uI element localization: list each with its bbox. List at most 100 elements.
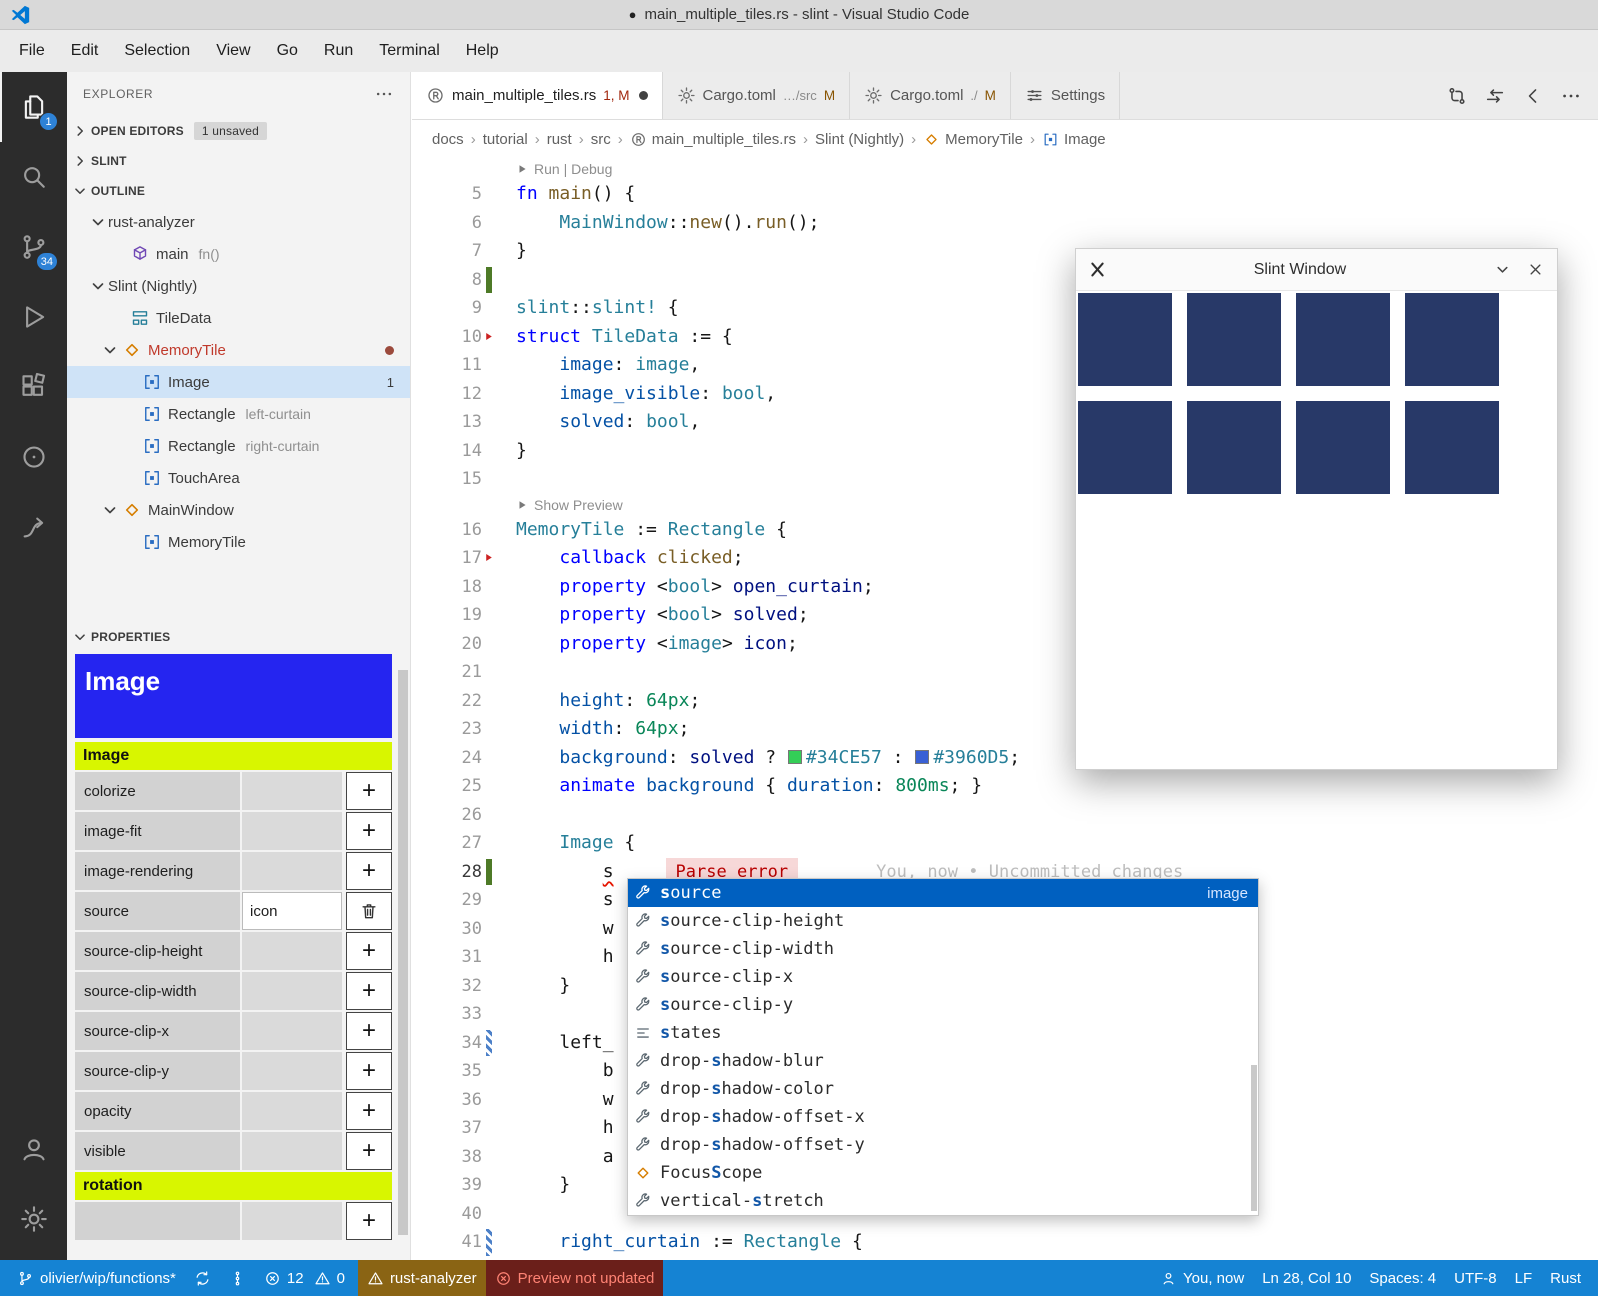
menu-file[interactable]: File [6,36,58,66]
status-encoding[interactable]: UTF-8 [1445,1260,1506,1296]
memory-tile[interactable] [1296,293,1390,386]
activity-run-and-debug[interactable] [0,282,67,352]
status-branch[interactable]: olivier/wip/functions* [8,1260,185,1296]
memory-tile[interactable] [1296,401,1390,494]
line-number[interactable]: 34 [412,1029,482,1058]
line-number[interactable]: 26 [412,801,482,830]
menu-help[interactable]: Help [453,36,512,66]
outline-item-rectangle-left-curtain[interactable]: Rectangleleft-curtain [67,398,410,430]
section-slint[interactable]: SLINT [67,146,410,176]
code-line[interactable]: 41 right_curtain := Rectangle { [412,1228,1598,1257]
more-actions-icon[interactable] [1560,85,1582,107]
section-open-editors[interactable]: OPEN EDITORS1 unsaved [67,116,410,146]
add-property-button[interactable]: + [346,1052,392,1090]
activity-search[interactable] [0,142,67,212]
property-value[interactable] [242,1132,342,1170]
status-blame[interactable]: You, now [1151,1260,1253,1296]
property-value[interactable] [242,772,342,810]
activity-manage[interactable] [0,1184,67,1254]
suggest-item-source-clip-y[interactable]: source-clip-y [628,991,1258,1019]
activity-remote-explorer[interactable] [0,492,67,562]
activity-explorer[interactable]: 1 [0,72,67,142]
suggest-item-source-clip-width[interactable]: source-clip-width [628,935,1258,963]
line-number[interactable]: 20 [412,630,482,659]
add-property-button[interactable]: + [346,812,392,850]
menu-terminal[interactable]: Terminal [366,36,452,66]
tab-cargo-toml[interactable]: Cargo.toml./M [850,72,1011,119]
line-number[interactable]: 19 [412,601,482,630]
line-number[interactable]: 28 [412,858,482,887]
outline-item-memorytile[interactable]: MemoryTile [67,526,410,558]
line-number[interactable]: 30 [412,915,482,944]
line-number[interactable]: 21 [412,658,482,687]
property-value[interactable]: icon [242,892,342,930]
line-number[interactable]: 18 [412,573,482,602]
activity-accounts[interactable] [0,1114,67,1184]
code-line[interactable]: 27 Image { [412,829,1598,858]
line-number[interactable]: 32 [412,972,482,1001]
status-preview-status[interactable]: Preview not updated [486,1260,664,1296]
menu-selection[interactable]: Selection [111,36,203,66]
suggest-item-source-clip-height[interactable]: source-clip-height [628,907,1258,935]
code-line[interactable]: 6 MainWindow::new().run(); [412,209,1598,238]
line-number[interactable]: 41 [412,1228,482,1257]
outline-item-slint-nightly[interactable]: Slint (Nightly) [67,270,410,302]
code-line[interactable]: 5fn main() { [412,180,1598,209]
property-value[interactable] [242,972,342,1010]
breadcrumb-slint-nightly[interactable]: Slint (Nightly) [815,131,904,148]
property-value[interactable] [242,852,342,890]
outline-item-memorytile[interactable]: MemoryTile [67,334,410,366]
line-number[interactable]: 7 [412,237,482,266]
outline-item-rectangle-right-curtain[interactable]: Rectangleright-curtain [67,430,410,462]
property-value[interactable] [242,1202,342,1240]
property-value[interactable] [242,932,342,970]
outline-item-main-fn[interactable]: mainfn() [67,238,410,270]
line-number[interactable]: 11 [412,351,482,380]
sidebar-scrollbar[interactable] [398,670,408,1235]
line-number[interactable]: 25 [412,772,482,801]
line-number[interactable]: 13 [412,408,482,437]
line-number[interactable]: 6 [412,209,482,238]
line-number[interactable]: 39 [412,1171,482,1200]
suggest-item-drop-shadow-blur[interactable]: drop-shadow-blur [628,1047,1258,1075]
property-value[interactable] [242,812,342,850]
code-line[interactable]: 26 [412,801,1598,830]
breadcrumb-image[interactable]: Image [1042,131,1106,148]
breadcrumb-tutorial[interactable]: tutorial [483,131,528,148]
breadcrumb-docs[interactable]: docs [432,131,464,148]
line-number[interactable]: 9 [412,294,482,323]
line-number[interactable]: 16 [412,516,482,545]
line-number[interactable]: 10 [412,323,482,352]
memory-tile[interactable] [1405,401,1499,494]
outline-item-mainwindow[interactable]: MainWindow [67,494,410,526]
add-property-button[interactable]: + [346,972,392,1010]
suggest-scrollbar[interactable] [1251,1065,1257,1211]
suggest-item-source-clip-x[interactable]: source-clip-x [628,963,1258,991]
menu-run[interactable]: Run [311,36,366,66]
line-number[interactable]: 40 [412,1200,482,1229]
memory-tile[interactable] [1187,401,1281,494]
activity-source-control[interactable]: 34 [0,212,67,282]
preview-title-bar[interactable]: Slint Window [1076,249,1557,291]
memory-tile[interactable] [1078,293,1172,386]
split-editor-icon[interactable] [1484,85,1506,107]
outline-item-tiledata[interactable]: TileData [67,302,410,334]
line-number[interactable]: 35 [412,1057,482,1086]
suggest-item-drop-shadow-color[interactable]: drop-shadow-color [628,1075,1258,1103]
tab-cargo-toml[interactable]: Cargo.toml…/srcM [663,72,851,119]
suggest-item-drop-shadow-offset-y[interactable]: drop-shadow-offset-y [628,1131,1258,1159]
property-value[interactable] [242,1052,342,1090]
menu-edit[interactable]: Edit [58,36,112,66]
line-number[interactable]: 27 [412,829,482,858]
outline-item-toucharea[interactable]: TouchArea [67,462,410,494]
tab-main-multiple-tiles-rs[interactable]: main_multiple_tiles.rs1, M [412,72,663,119]
line-number[interactable]: 17 [412,544,482,573]
status-cursor-position[interactable]: Ln 28, Col 10 [1253,1260,1360,1296]
suggest-item-states[interactable]: states [628,1019,1258,1047]
more-actions-icon[interactable] [374,84,394,104]
line-number[interactable]: 14 [412,437,482,466]
status-rust-analyzer[interactable]: rust-analyzer [358,1260,486,1296]
status-commits[interactable] [220,1260,255,1296]
code-lens[interactable]: Run | Debug [412,158,1598,180]
activity-test-explorer[interactable] [0,422,67,492]
